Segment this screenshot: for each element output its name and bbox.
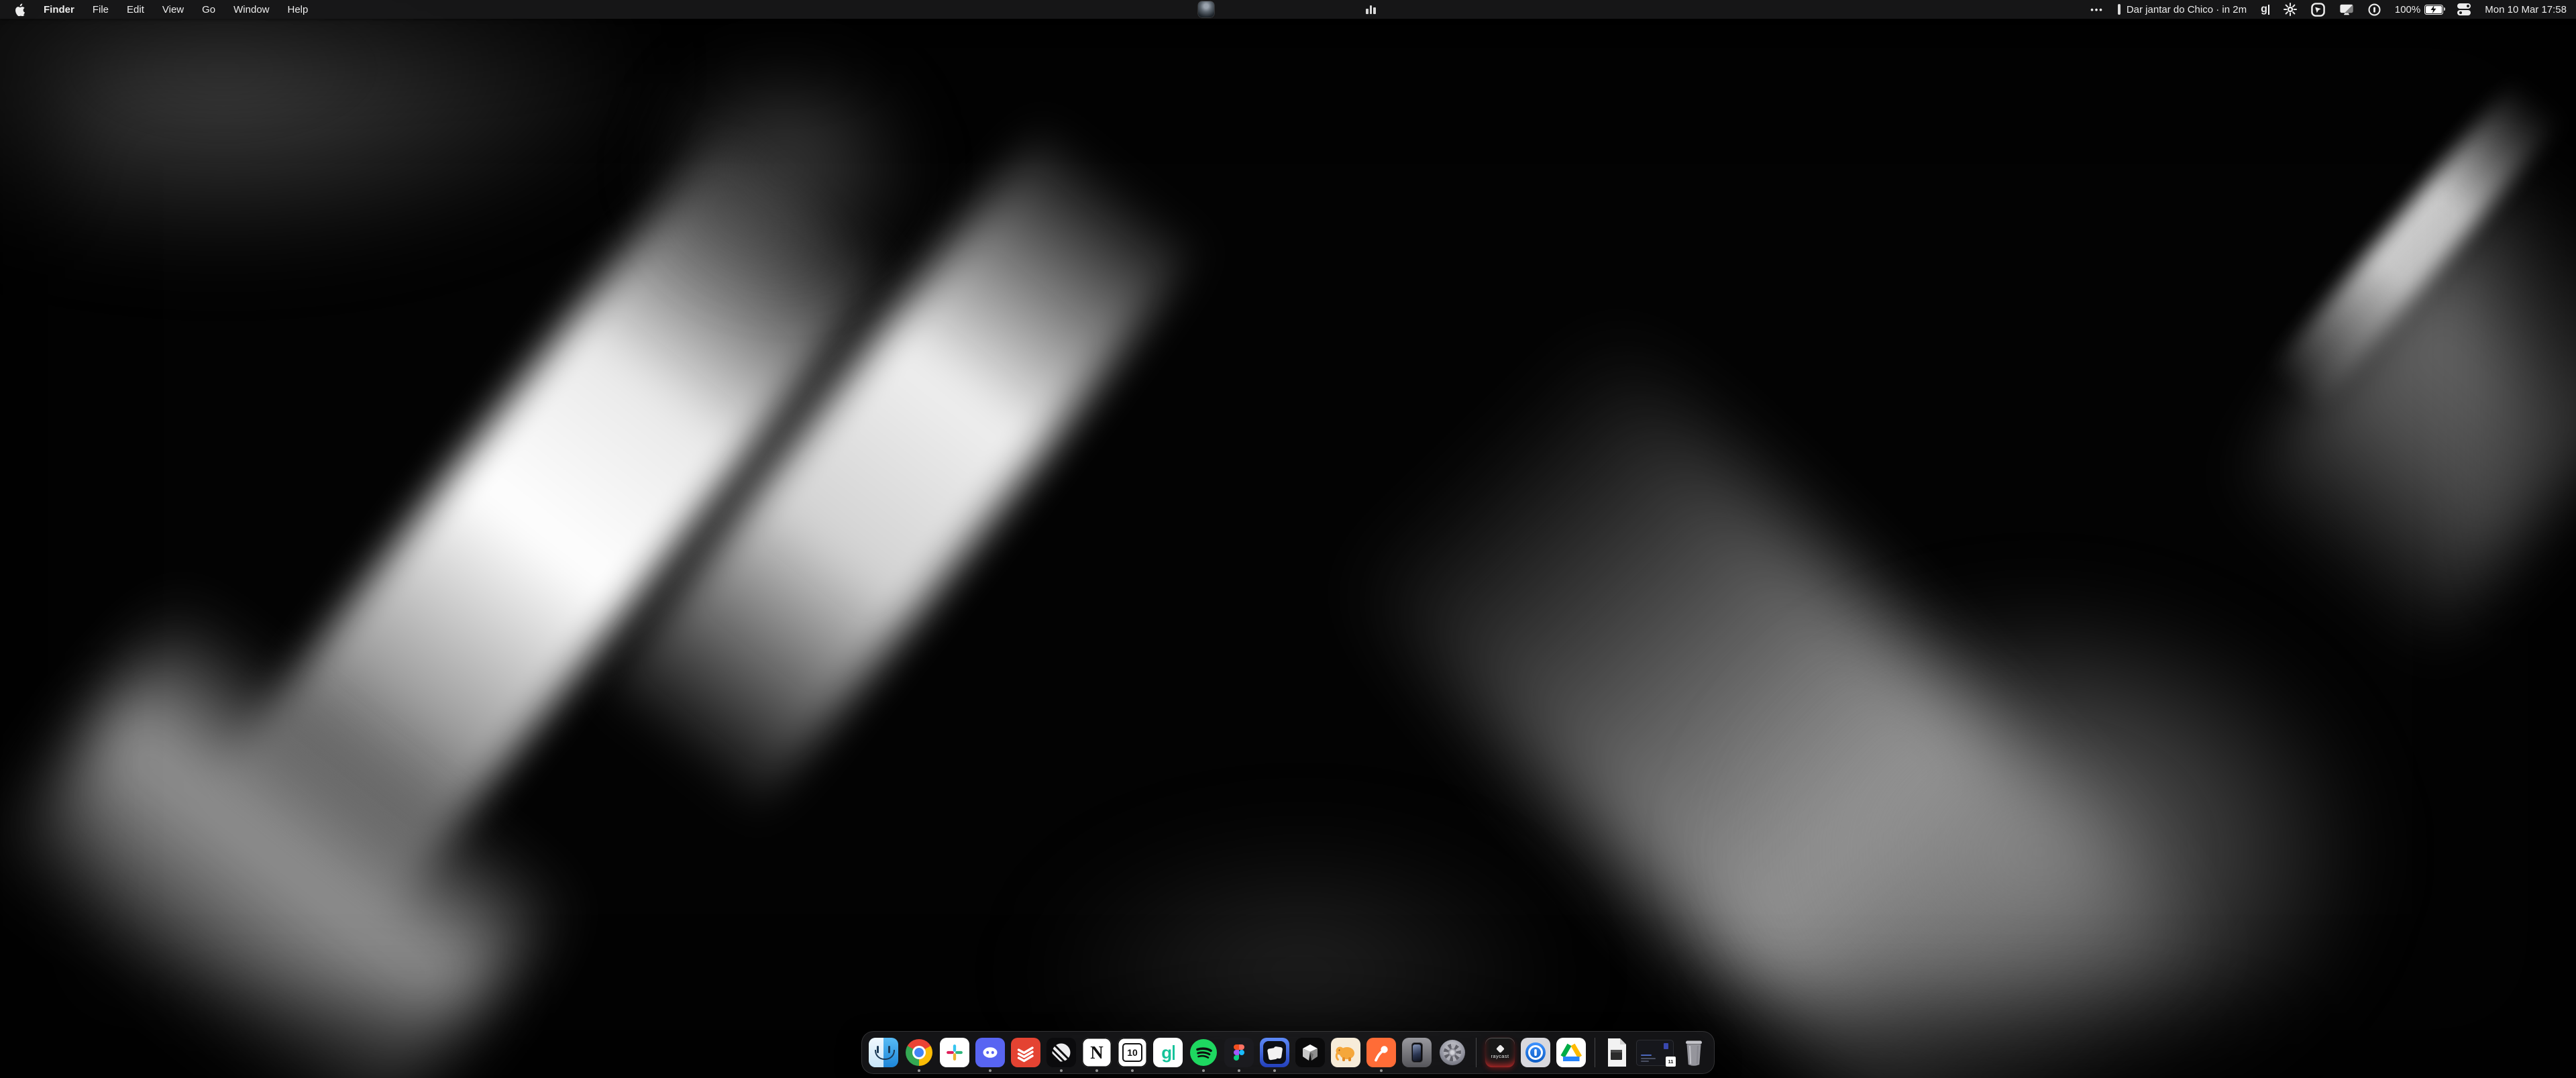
- dock-item-trash[interactable]: [1680, 1038, 1707, 1067]
- dock-item-linear[interactable]: [1046, 1038, 1076, 1067]
- cube-logo-icon: [1300, 1042, 1320, 1063]
- dock-item-raycast[interactable]: raycast: [1485, 1038, 1515, 1067]
- reminder-text: Dar jantar do Chico · in 2m: [2127, 4, 2247, 15]
- menu-item-help[interactable]: Help: [288, 4, 309, 15]
- chrome-logo-icon: [906, 1039, 932, 1066]
- dock-item-iphone-mirroring[interactable]: [1402, 1038, 1432, 1067]
- dock-divider: [1476, 1038, 1477, 1067]
- discord-logo-icon: [980, 1042, 1000, 1063]
- dock-item-1password[interactable]: [1521, 1038, 1550, 1067]
- sparkle-status-icon[interactable]: [2284, 3, 2297, 16]
- desktop-screen: Finder File Edit View Go Window Help •••…: [0, 0, 2576, 1078]
- dock-item-document-file[interactable]: [1604, 1038, 1629, 1067]
- grammarly-status-icon[interactable]: g: [2261, 4, 2269, 15]
- running-indicator-dot: [1060, 1069, 1063, 1072]
- dock-item-todoist[interactable]: [1011, 1038, 1040, 1067]
- menu-item-file[interactable]: File: [93, 4, 109, 15]
- grammarly-letter: g: [1161, 1044, 1172, 1061]
- dock-item-spotify[interactable]: [1189, 1038, 1218, 1067]
- notion-calendar-number: 10: [1122, 1043, 1142, 1062]
- dock-item-figma[interactable]: [1224, 1038, 1254, 1067]
- running-indicator-dot: [1273, 1069, 1276, 1072]
- menu-bar: Finder File Edit View Go Window Help •••…: [0, 0, 2576, 19]
- dock-item-discord[interactable]: [975, 1038, 1005, 1067]
- trash-icon: [1682, 1038, 1706, 1067]
- dock: N 10 g: [861, 1031, 1715, 1074]
- running-indicator-dot: [1238, 1069, 1240, 1072]
- running-indicator-dot: [1131, 1069, 1134, 1072]
- dock-item-slack[interactable]: [940, 1038, 969, 1067]
- control-center-icon[interactable]: [2457, 3, 2471, 16]
- dock-item-system-settings[interactable]: [1438, 1038, 1467, 1067]
- mammoth-logo-icon: [1334, 1042, 1357, 1063]
- apple-menu-icon[interactable]: [15, 3, 25, 16]
- raycast-label: raycast: [1491, 1053, 1509, 1059]
- dock-item-grammarly[interactable]: g: [1153, 1038, 1183, 1067]
- iphone-icon: [1411, 1042, 1423, 1063]
- menu-item-edit[interactable]: Edit: [127, 4, 144, 15]
- onepassword-logo-icon: [1524, 1041, 1547, 1064]
- dock-item-finder[interactable]: [869, 1038, 898, 1067]
- running-indicator-dot: [989, 1069, 991, 1072]
- gear-icon: [1440, 1040, 1465, 1065]
- dock-item-app-blue-cards[interactable]: [1260, 1038, 1289, 1067]
- menu-item-view[interactable]: View: [162, 4, 184, 15]
- spotify-logo-icon: [1190, 1039, 1217, 1066]
- menubar-overflow-button[interactable]: •••: [2090, 5, 2104, 15]
- dock-item-google-drive[interactable]: [1556, 1038, 1586, 1067]
- dock-item-mammoth[interactable]: [1331, 1038, 1360, 1067]
- dock-item-app-black-cube[interactable]: [1295, 1038, 1325, 1067]
- dock-item-notion-calendar[interactable]: 10: [1118, 1038, 1147, 1067]
- running-indicator-dot: [1202, 1069, 1205, 1072]
- menu-item-finder[interactable]: Finder: [44, 4, 74, 15]
- running-indicator-dot: [918, 1069, 920, 1072]
- battery-indicator[interactable]: 100%: [2395, 4, 2443, 15]
- battery-percent: 100%: [2395, 4, 2420, 15]
- linear-logo-icon: [1050, 1041, 1073, 1064]
- capture-status-icon[interactable]: [2311, 3, 2325, 17]
- document-icon: [1605, 1038, 1628, 1067]
- postman-logo-icon: [1371, 1042, 1391, 1063]
- reminder-bar-icon: [2118, 4, 2121, 15]
- onepassword-status-icon[interactable]: [2368, 3, 2381, 16]
- reminder-status-item[interactable]: Dar jantar do Chico · in 2m: [2118, 4, 2247, 15]
- todoist-logo-icon: [1016, 1042, 1036, 1063]
- calendar-badge-icon: 11: [1665, 1056, 1676, 1067]
- figma-logo-icon: [1234, 1044, 1244, 1061]
- dock-item-minimized-window[interactable]: 11: [1635, 1038, 1674, 1067]
- menu-bar-clock[interactable]: Mon 10 Mar 17:58: [2485, 4, 2567, 15]
- running-indicator-dot: [1095, 1069, 1098, 1072]
- google-drive-logo-icon: [1559, 1042, 1583, 1063]
- menu-item-window[interactable]: Window: [233, 4, 269, 15]
- dock-item-notion[interactable]: N: [1082, 1038, 1112, 1067]
- battery-icon: [2424, 5, 2443, 15]
- running-indicator-dot: [1380, 1069, 1383, 1072]
- menu-item-go[interactable]: Go: [202, 4, 215, 15]
- notion-letter: N: [1090, 1044, 1104, 1062]
- window-thumbnail: 11: [1636, 1040, 1674, 1066]
- display-status-icon[interactable]: [2339, 3, 2354, 16]
- dock-item-chrome[interactable]: [904, 1038, 934, 1067]
- raycast-diamond-icon: [1496, 1044, 1505, 1053]
- desktop-wallpaper: [0, 0, 2576, 1078]
- slack-logo-icon: [946, 1044, 963, 1061]
- dock-item-postman[interactable]: [1366, 1038, 1396, 1067]
- now-playing-album-art[interactable]: [1198, 1, 1214, 17]
- now-playing-equalizer-icon[interactable]: [1366, 5, 1376, 14]
